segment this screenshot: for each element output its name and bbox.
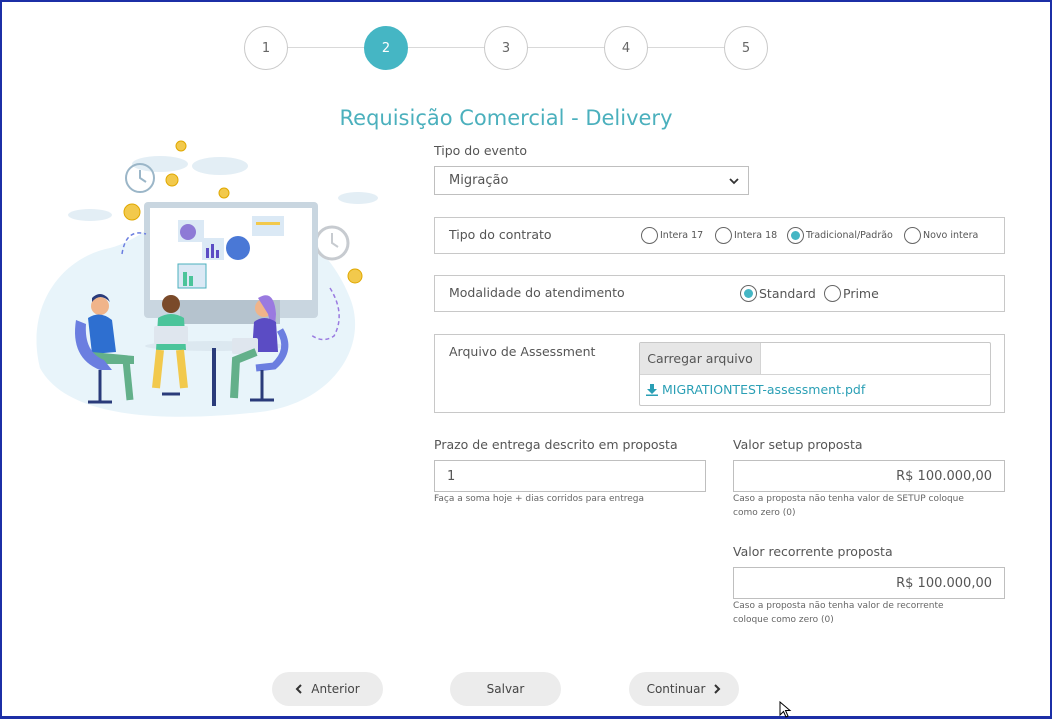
- radio-label: Intera 18: [734, 230, 778, 241]
- divider: [640, 374, 990, 375]
- setup-help-line: Caso a proposta não tenha valor de SETUP…: [733, 494, 964, 504]
- radio-circle-selected: [787, 227, 804, 244]
- previous-label: Anterior: [311, 682, 360, 696]
- radio-label: Intera 17: [660, 230, 704, 241]
- download-icon: [646, 383, 658, 396]
- file-upload-box: Carregar arquivo MIGRATIONTEST-assessmen…: [639, 342, 991, 406]
- page-title: Requisição Comercial - Delivery: [339, 106, 673, 130]
- office-illustration: [36, 140, 378, 417]
- radio-intera-18[interactable]: Intera 18: [715, 227, 777, 244]
- radio-novo-intera[interactable]: Novo intera: [904, 227, 978, 244]
- radio-circle-selected: [740, 285, 757, 302]
- tipo-contrato-box: Tipo do contrato Intera 17 Intera 18 Tra…: [434, 217, 1005, 254]
- chevron-right-icon: [714, 684, 721, 694]
- chevron-left-icon: [295, 684, 302, 694]
- modalidade-label: Modalidade do atendimento: [449, 285, 625, 300]
- assessment-box: Arquivo de Assessment Carregar arquivo M…: [434, 334, 1005, 413]
- tipo-evento-label: Tipo do evento: [434, 143, 528, 158]
- wizard-stepper: 1 2 3 4 5: [244, 26, 768, 70]
- radio-label: Tradicional/Padrão: [806, 230, 893, 241]
- step-4[interactable]: 4: [604, 26, 648, 70]
- radio-label: Prime: [843, 286, 879, 301]
- prazo-help: Faça a soma hoje + dias corridos para en…: [434, 494, 645, 504]
- assessment-file-link[interactable]: MIGRATIONTEST-assessment.pdf: [646, 382, 865, 397]
- recorrente-help: Caso a proposta não tenha valor de recor…: [733, 599, 944, 627]
- setup-help: Caso a proposta não tenha valor de SETUP…: [733, 492, 964, 520]
- radio-label: Standard: [759, 286, 816, 301]
- recorrente-value-input[interactable]: R$ 100.000,00: [733, 567, 1005, 599]
- radio-tradicional-padrao[interactable]: Tradicional/Padrão: [787, 227, 893, 244]
- setup-help-line: como zero (0): [733, 508, 796, 518]
- radio-prime[interactable]: Prime: [824, 285, 879, 302]
- previous-button[interactable]: Anterior: [272, 672, 383, 706]
- step-1[interactable]: 1: [244, 26, 288, 70]
- modalidade-box: Modalidade do atendimento Standard Prime: [434, 275, 1005, 312]
- continue-button[interactable]: Continuar: [629, 672, 739, 706]
- setup-value-input[interactable]: R$ 100.000,00: [733, 460, 1005, 492]
- tipo-contrato-label: Tipo do contrato: [449, 227, 552, 242]
- recorrente-label: Valor recorrente proposta: [733, 544, 893, 559]
- radio-circle: [641, 227, 658, 244]
- tipo-evento-value: Migração: [449, 173, 509, 188]
- mouse-cursor-icon: [779, 701, 792, 718]
- step-3[interactable]: 3: [484, 26, 528, 70]
- prazo-input[interactable]: 1: [434, 460, 706, 492]
- radio-standard[interactable]: Standard: [740, 285, 816, 302]
- step-5[interactable]: 5: [724, 26, 768, 70]
- tipo-evento-select[interactable]: Migração: [434, 166, 749, 195]
- recorrente-help-line: Caso a proposta não tenha valor de recor…: [733, 601, 944, 611]
- setup-label: Valor setup proposta: [733, 437, 863, 452]
- save-label: Salvar: [486, 682, 525, 696]
- save-button[interactable]: Salvar: [450, 672, 561, 706]
- radio-intera-17[interactable]: Intera 17: [641, 227, 703, 244]
- recorrente-help-line: coloque como zero (0): [733, 615, 834, 625]
- continue-label: Continuar: [646, 682, 706, 696]
- assessment-file-name: MIGRATIONTEST-assessment.pdf: [662, 382, 866, 397]
- radio-circle: [824, 285, 841, 302]
- radio-circle: [904, 227, 921, 244]
- assessment-label: Arquivo de Assessment: [449, 344, 596, 359]
- upload-file-button[interactable]: Carregar arquivo: [640, 343, 761, 374]
- step-2[interactable]: 2: [364, 26, 408, 70]
- radio-circle: [715, 227, 732, 244]
- chevron-down-icon: [729, 178, 739, 185]
- radio-label: Novo intera: [923, 230, 979, 241]
- prazo-label: Prazo de entrega descrito em proposta: [434, 437, 678, 452]
